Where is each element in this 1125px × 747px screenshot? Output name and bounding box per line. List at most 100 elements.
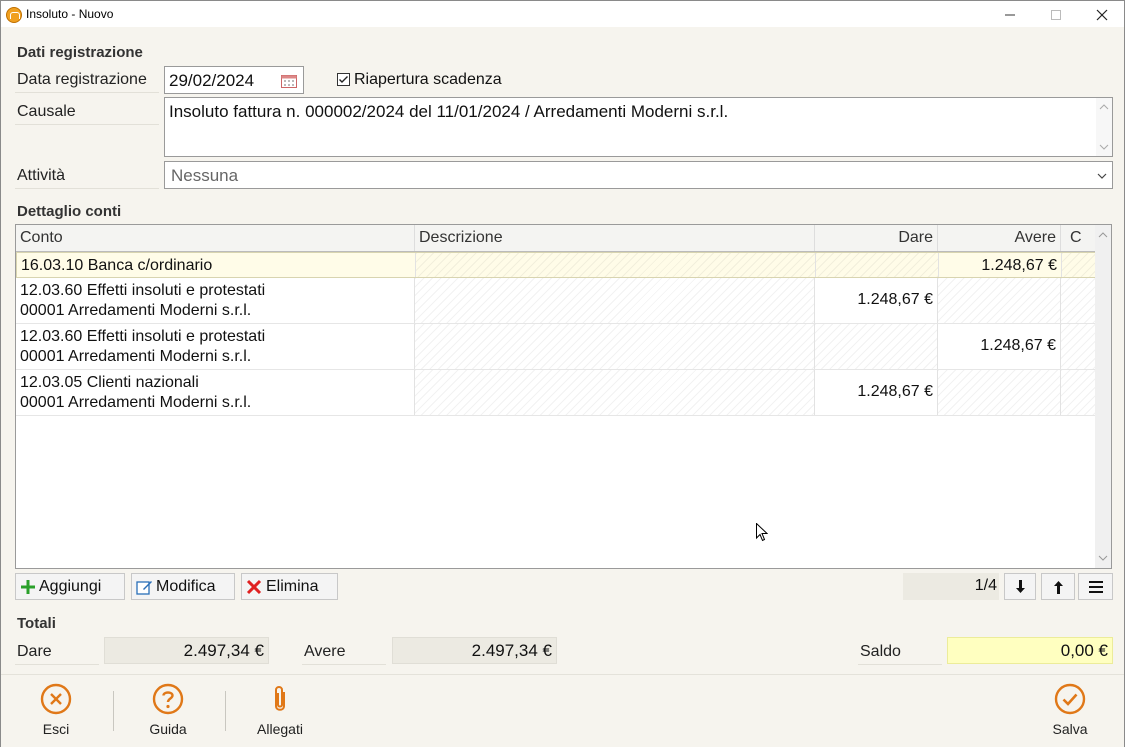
guida-button[interactable]: Guida [128, 683, 208, 737]
close-circle-icon [40, 683, 72, 715]
cell-conto: 16.03.10 Banca c/ordinario [17, 253, 416, 277]
salva-label: Salva [1052, 721, 1088, 737]
move-down-button[interactable] [1004, 573, 1036, 600]
data-registrazione-label: Data registrazione [15, 67, 159, 93]
delete-x-icon [246, 579, 262, 595]
attivita-select[interactable]: Nessuna [164, 161, 1113, 189]
table-row[interactable]: 12.03.60 Effetti insoluti e protestati 00… [16, 278, 1096, 324]
footer-toolbar: Esci Guida Allegati Salva [1, 674, 1124, 747]
cell-c [1061, 370, 1096, 415]
scroll-down-icon[interactable] [1095, 552, 1111, 564]
cell-conto: 12.03.60 Effetti insoluti e protestati 00… [16, 324, 415, 369]
salva-button[interactable]: Salva [1030, 683, 1110, 737]
title-bar: Insoluto - Nuovo [1, 1, 1124, 27]
help-circle-icon [152, 683, 184, 715]
riapertura-label: Riapertura scadenza [354, 71, 502, 88]
grid-scrollbar[interactable] [1095, 225, 1111, 568]
checkbox-checked-icon [337, 73, 350, 86]
cell-dare: 1.248,67 € [815, 278, 938, 323]
arrow-up-icon [1054, 581, 1063, 594]
causale-textarea[interactable]: Insoluto fattura n. 000002/2024 del 11/0… [164, 97, 1113, 157]
maximize-icon [1051, 10, 1061, 21]
totale-dare-value: 2.497,34 € [104, 637, 269, 664]
esci-label: Esci [42, 721, 70, 737]
grid-header: Conto Descrizione Dare Avere C [16, 225, 1096, 252]
scroll-up-icon[interactable] [1096, 101, 1112, 113]
attivita-value: Nessuna [171, 166, 239, 185]
cell-c [1061, 278, 1096, 323]
col-conto-header[interactable]: Conto [16, 225, 415, 251]
window-title: Insoluto - Nuovo [26, 7, 114, 21]
maximize-button[interactable] [1033, 1, 1079, 27]
check-circle-icon [1054, 683, 1086, 715]
section-totali: Totali [17, 615, 56, 632]
data-registrazione-value: 29/02/2024 [169, 71, 255, 90]
calendar-icon[interactable] [281, 73, 297, 88]
elimina-label: Elimina [266, 578, 319, 595]
chevron-down-icon [1097, 173, 1107, 179]
move-up-button[interactable] [1041, 573, 1075, 600]
modifica-label: Modifica [156, 578, 216, 595]
cell-descrizione [415, 278, 815, 323]
allegati-label: Allegati [257, 721, 303, 737]
attivita-label: Attività [15, 163, 159, 189]
app-logo-icon [6, 7, 22, 23]
section-dati-registrazione: Dati registrazione [17, 44, 143, 61]
arrow-down-icon [1016, 580, 1025, 593]
mouse-cursor-icon [756, 523, 768, 542]
menu-button[interactable] [1078, 573, 1113, 600]
cell-descrizione [415, 370, 815, 415]
col-dare-header[interactable]: Dare [815, 225, 938, 251]
cell-avere: 1.248,67 € [938, 324, 1061, 369]
table-row[interactable]: 12.03.60 Effetti insoluti e protestati 00… [16, 324, 1096, 370]
causale-label: Causale [15, 99, 159, 125]
scroll-down-icon[interactable] [1096, 141, 1112, 153]
saldo-label: Saldo [858, 639, 942, 665]
cell-c [1061, 324, 1096, 369]
minimize-button[interactable] [987, 1, 1033, 27]
totale-avere-label: Avere [302, 639, 386, 665]
guida-label: Guida [149, 721, 187, 737]
minimize-icon [1005, 14, 1015, 16]
cell-descrizione [415, 324, 815, 369]
edit-icon [136, 581, 152, 595]
data-registrazione-field[interactable]: 29/02/2024 [164, 66, 304, 94]
esci-button[interactable]: Esci [16, 683, 96, 737]
saldo-value: 0,00 € [947, 637, 1113, 664]
table-row[interactable]: 16.03.10 Banca c/ordinario 1.248,67 € [16, 252, 1097, 278]
paperclip-icon [275, 686, 285, 711]
cell-avere [938, 370, 1061, 415]
footer-separator [225, 691, 226, 731]
elimina-button[interactable]: Elimina [241, 573, 338, 600]
modifica-button[interactable]: Modifica [131, 573, 235, 600]
cell-descrizione [416, 253, 816, 277]
cell-dare: 1.248,67 € [815, 370, 938, 415]
close-button[interactable] [1079, 1, 1125, 27]
cell-c [1062, 253, 1097, 277]
col-c-header[interactable]: C [1061, 225, 1096, 251]
aggiungi-label: Aggiungi [39, 578, 102, 595]
allegati-button[interactable]: Allegati [240, 683, 320, 737]
aggiungi-button[interactable]: Aggiungi [15, 573, 125, 600]
conti-grid[interactable]: Conto Descrizione Dare Avere C 16.03.10 … [15, 224, 1112, 569]
cell-avere [938, 278, 1061, 323]
col-descrizione-header[interactable]: Descrizione [415, 225, 815, 251]
cell-dare [816, 253, 939, 277]
footer-separator [113, 691, 114, 731]
totale-avere-value: 2.497,34 € [392, 637, 557, 664]
col-avere-header[interactable]: Avere [938, 225, 1061, 251]
causale-value: Insoluto fattura n. 000002/2024 del 11/0… [169, 102, 729, 121]
cell-conto: 12.03.60 Effetti insoluti e protestati 00… [16, 278, 415, 323]
table-row[interactable]: 12.03.05 Clienti nazionali 00001 Arredame… [16, 370, 1096, 416]
close-icon [1096, 9, 1108, 21]
page-indicator: 1/4 [903, 573, 999, 600]
plus-icon [21, 580, 35, 594]
scroll-up-icon[interactable] [1095, 229, 1111, 241]
cell-conto: 12.03.05 Clienti nazionali 00001 Arredame… [16, 370, 415, 415]
cell-avere: 1.248,67 € [939, 253, 1062, 277]
section-dettaglio-conti: Dettaglio conti [17, 203, 122, 220]
causale-scrollbar[interactable] [1096, 98, 1112, 156]
totale-dare-label: Dare [15, 639, 99, 665]
hamburger-menu-icon [1089, 581, 1103, 593]
cell-dare [815, 324, 938, 369]
